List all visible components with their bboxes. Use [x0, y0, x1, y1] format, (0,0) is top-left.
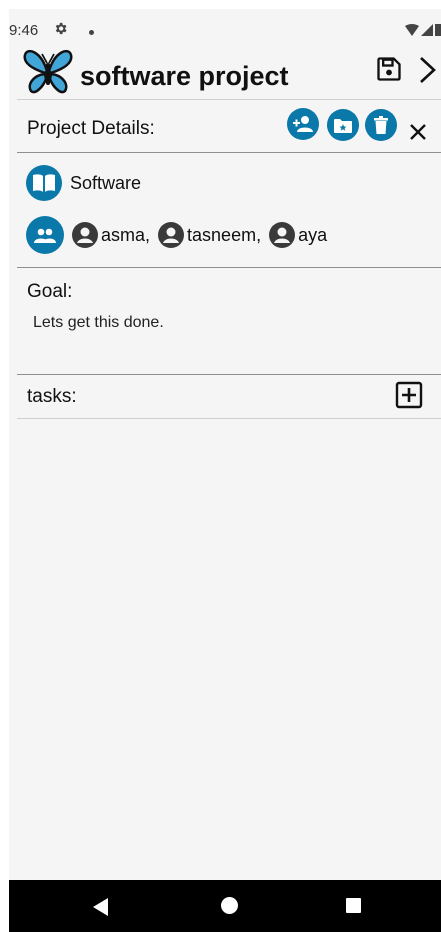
recent-apps-icon[interactable] [346, 898, 361, 913]
system-nav-bar [9, 880, 441, 932]
add-task-button[interactable] [395, 381, 423, 414]
delete-button[interactable] [365, 109, 397, 141]
trash-icon [374, 116, 388, 134]
member-item: aya [269, 222, 327, 248]
account-circle-icon [269, 222, 296, 248]
app-title: software project [80, 61, 289, 91]
status-indicators [405, 23, 441, 36]
details-divider [17, 152, 441, 153]
group-icon [34, 228, 56, 243]
project-category: Software [70, 172, 142, 193]
member-item: tasneem, [158, 222, 261, 248]
add-member-button[interactable] [287, 108, 319, 140]
member-name: asma, [101, 224, 151, 245]
close-icon[interactable] [408, 122, 428, 147]
header-divider [17, 99, 441, 100]
chevron-right-icon[interactable] [417, 55, 439, 90]
signal-icon [421, 23, 433, 36]
goal-label: Goal: [27, 281, 73, 302]
member-name: tasneem, [187, 224, 262, 245]
add-person-icon [293, 116, 313, 132]
folder-star-icon [334, 118, 352, 133]
save-icon[interactable] [375, 55, 403, 88]
app-screen: 9:46 software project Project Details: S… [9, 9, 441, 880]
settings-gear-icon [53, 21, 68, 41]
butterfly-logo-icon [23, 49, 73, 100]
status-time: 9:46 [9, 22, 39, 39]
task-list [9, 419, 441, 879]
account-circle-icon [158, 222, 185, 248]
tasks-label: tasks: [27, 386, 77, 407]
goal-text: Lets get this done. [33, 314, 164, 331]
book-icon [33, 174, 55, 192]
folder-button[interactable] [327, 109, 359, 141]
category-badge [26, 165, 62, 201]
battery-icon [435, 24, 441, 36]
back-icon[interactable] [93, 898, 109, 921]
account-circle-icon [72, 222, 98, 248]
app-bar: software project [9, 45, 441, 101]
status-bar: 9:46 [9, 9, 441, 49]
member-name: aya [298, 224, 328, 245]
project-category-row: Software [26, 165, 141, 201]
notification-dot-icon [89, 30, 94, 35]
add-box-icon [395, 381, 423, 409]
goal-divider [17, 374, 441, 375]
wifi-icon [405, 23, 419, 36]
member-item: asma, [72, 222, 150, 248]
home-icon[interactable] [221, 897, 238, 914]
project-details-header: Project Details: [27, 118, 155, 139]
members-row: asma, tasneem, aya [26, 216, 327, 254]
members-badge[interactable] [26, 216, 64, 254]
members-divider [17, 267, 441, 268]
